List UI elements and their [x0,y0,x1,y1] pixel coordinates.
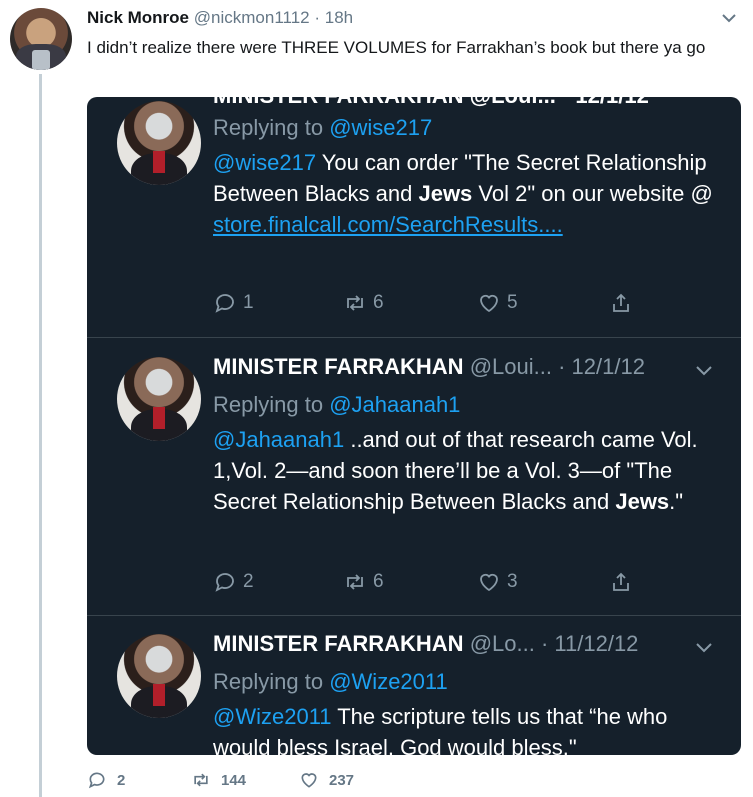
retweet-action[interactable]: 6 [343,567,384,597]
share-icon [613,572,629,591]
inner-tweet-date[interactable]: 11/12/12 [554,631,638,656]
author-name[interactable]: Nick Monroe [87,8,189,27]
inner-tweet-date[interactable]: 12/1/12 [572,354,645,379]
inner-tweet-header: MINISTER FARRAKHAN @Lo... · 11/12/12 [213,631,639,656]
farrakhan-avatar [117,357,201,441]
share-action[interactable] [609,567,633,597]
retweet-icon [194,773,208,787]
reply-to-link[interactable]: @wise217 [329,115,432,140]
embedded-screenshot: MINISTER FARRAKHAN @Loui... · 12/1/12 Re… [87,97,741,755]
inner-tweet-header: MINISTER FARRAKHAN @Loui... · 12/1/12 [213,354,645,379]
reply-action[interactable]: 2 [213,567,254,597]
farrakhan-avatar [117,634,201,718]
reply-button[interactable]: 2 [87,770,125,790]
mention-link[interactable]: @Wize2011 [213,704,332,729]
farrakhan-avatar [117,101,201,185]
inner-author-handle[interactable]: @Lo... [470,631,535,656]
chevron-down-icon[interactable] [693,359,715,381]
reply-action[interactable]: 1 [213,288,254,318]
heart-icon [301,773,317,788]
inner-author-handle[interactable]: @Loui... [470,354,552,379]
mention-link[interactable]: @Jahaanah1 [213,427,344,452]
inner-tweet-text: @wise217 You can order "The Secret Relat… [213,150,713,237]
reply-icon [215,294,234,313]
mention-link[interactable]: @wise217 [213,150,316,175]
reply-to-link[interactable]: @Jahaanah1 [329,392,460,417]
thread-line [39,74,42,797]
author-handle[interactable]: @nickmon1112 [194,8,310,27]
like-action[interactable]: 3 [477,567,518,597]
inner-author-name[interactable]: MINISTER FARRAKHAN [213,631,464,656]
tweet-text: I didn’t realize there were THREE VOLUME… [87,38,706,57]
retweet-icon [347,574,363,590]
tweet-time[interactable]: 18h [325,8,353,27]
avatar[interactable] [10,8,72,70]
chevron-down-icon[interactable] [721,10,737,26]
reply-icon [88,772,105,789]
chevron-down-icon[interactable] [693,636,715,658]
like-count: 237 [329,771,355,789]
heart-icon [480,573,498,592]
retweet-count: 144 [221,771,247,789]
replying-to: Replying to @Wize2011 [213,669,448,694]
retweet-action[interactable]: 6 [343,288,384,318]
inner-tweet-text: @Jahaanah1 ..and out of that research ca… [213,427,698,514]
retweet-button[interactable]: 144 [191,770,246,790]
replying-to: Replying to @wise217 [213,115,433,140]
divider [87,337,741,338]
reply-to-link[interactable]: @Wize2011 [329,669,448,694]
share-action[interactable] [609,288,633,318]
website-link[interactable]: store.finalcall.com/SearchResults.... [213,212,563,237]
like-action[interactable]: 5 [477,288,518,318]
reply-icon [215,573,234,592]
tweet-header: Nick Monroe @nickmon1112 · 18h [87,8,353,28]
reply-count: 2 [117,771,126,789]
inner-author-name[interactable]: MINISTER FARRAKHAN [213,354,464,379]
heart-icon [480,294,498,313]
divider [87,615,741,616]
inner-tweet-text: @Wize2011 The scripture tells us that “h… [213,704,668,755]
inner-actions: 2 6 3 [213,567,643,597]
inner-actions: 1 6 5 [213,288,643,318]
like-button[interactable]: 237 [299,770,354,790]
share-icon [613,293,629,312]
separator: · [314,8,321,27]
replying-to: Replying to @Jahaanah1 [213,392,461,417]
retweet-icon [347,295,363,311]
partial-header: MINISTER FARRAKHAN @Loui... · 12/1/12 [213,97,649,109]
